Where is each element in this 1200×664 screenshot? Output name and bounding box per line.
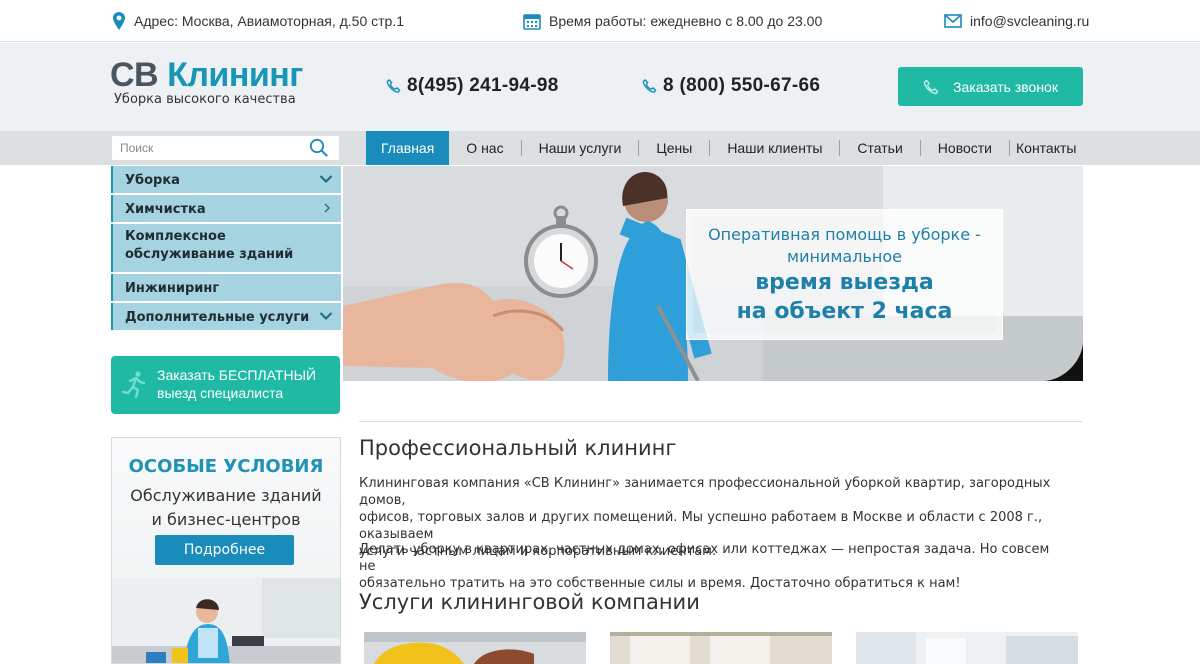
search-input[interactable] xyxy=(112,137,302,159)
top-info-bar: Адрес: Москва, Авиамоторная, д.50 стр.1 … xyxy=(0,0,1200,42)
promo-banner[interactable]: ОСОБЫЕ УСЛОВИЯ Обслуживание зданий и биз… xyxy=(111,437,341,664)
sidebar-item-engineering[interactable]: Инжиниринг xyxy=(111,274,341,301)
promo-more-button[interactable]: Подробнее xyxy=(155,535,294,565)
promo-text: Обслуживание зданий и бизнес-центров xyxy=(112,484,340,532)
search-icon[interactable] xyxy=(309,138,329,158)
phone-icon xyxy=(923,79,939,94)
services-heading: Услуги клининговой компании xyxy=(359,590,700,614)
hours-text: Время работы: ежедневно с 8.00 до 23.00 xyxy=(549,13,823,29)
content-divider xyxy=(359,421,1082,422)
service-thumbnail-1[interactable] xyxy=(364,632,586,664)
phone-2[interactable]: 8 (800) 550-67-66 xyxy=(642,75,820,97)
running-man-icon xyxy=(121,371,146,399)
phone-icon xyxy=(642,78,657,93)
sidebar-item-label: Инжиниринг xyxy=(125,281,220,296)
logo[interactable]: СВ Клининг Уборка высокого качества xyxy=(110,57,310,109)
sidebar-item-label: Уборка xyxy=(125,173,180,188)
sidebar-menu: Уборка Химчистка Комплексное обслуживани… xyxy=(111,166,341,332)
chevron-right-icon[interactable] xyxy=(321,202,333,214)
page-title: Профессиональный клининг xyxy=(359,436,677,460)
nav-item-news[interactable]: Новости xyxy=(921,131,1009,165)
sidebar-item-label: Химчистка xyxy=(125,202,206,217)
sidebar-item-label: Комплексное обслуживание зданий xyxy=(125,229,294,262)
free-visit-line2: выезд специалиста xyxy=(157,385,284,401)
phone-2-number[interactable]: 8 (800) 550-67-66 xyxy=(663,75,820,97)
promo-line-2: и бизнес-центров xyxy=(151,510,301,529)
chevron-down-icon[interactable] xyxy=(319,173,333,185)
sidebar-item-dry-cleaning[interactable]: Химчистка xyxy=(111,195,341,222)
site-header: СВ Клининг Уборка высокого качества 8(49… xyxy=(0,43,1200,131)
logo-slogan: Уборка высокого качества xyxy=(114,92,296,107)
logo-wordmark: СВ Клининг xyxy=(110,56,303,94)
service-thumbnail-2[interactable] xyxy=(610,632,832,664)
service-thumbnail-3[interactable] xyxy=(856,632,1078,664)
nav-item-articles[interactable]: Статьи xyxy=(840,131,919,165)
envelope-icon xyxy=(944,14,962,28)
hero-banner: Оперативная помощь в уборке - минимально… xyxy=(343,166,1083,381)
order-call-button[interactable]: Заказать звонок xyxy=(898,67,1083,106)
phone-1-number[interactable]: 8(495) 241-94-98 xyxy=(407,75,559,97)
promo-cleaner-image xyxy=(112,578,340,663)
sidebar-item-building-maintenance[interactable]: Комплексное обслуживание зданий xyxy=(111,224,341,272)
nav-item-about[interactable]: О нас xyxy=(449,131,520,165)
nav-item-home[interactable]: Главная xyxy=(366,131,450,165)
intro-line: Клининговая компания «СВ Клининг» занима… xyxy=(359,476,1051,508)
intro-line: офисов, торговых залов и других помещени… xyxy=(359,510,1043,542)
nav-item-contacts[interactable]: Контакты xyxy=(1010,131,1093,165)
order-call-label: Заказать звонок xyxy=(953,78,1058,95)
banner-message-box: Оперативная помощь в уборке - минимально… xyxy=(686,209,1003,340)
email-link[interactable]: info@svcleaning.ru xyxy=(970,13,1089,29)
sidebar-item-additional-services[interactable]: Дополнительные услуги xyxy=(111,303,341,330)
main-navbar: Главная О нас Наши услуги Цены Наши клие… xyxy=(0,131,1200,165)
address-text: Адрес: Москва, Авиамоторная, д.50 стр.1 xyxy=(134,13,405,29)
banner-line-3: время выезда xyxy=(755,270,934,295)
nav-item-services[interactable]: Наши услуги xyxy=(522,131,639,165)
second-paragraph: Делать уборку в квартирах, частных домах… xyxy=(359,541,1059,592)
search-box xyxy=(112,136,339,160)
address-info: Адрес: Москва, Авиамоторная, д.50 стр.1 xyxy=(112,11,404,31)
sidebar-item-label: Дополнительные услуги xyxy=(125,310,310,325)
promo-title: ОСОБЫЕ УСЛОВИЯ xyxy=(128,456,324,477)
free-visit-line1: Заказать БЕСПЛАТНЫЙ xyxy=(157,367,317,383)
calendar-icon xyxy=(523,14,541,30)
chevron-down-icon[interactable] xyxy=(319,310,333,322)
email-info[interactable]: info@svcleaning.ru xyxy=(944,11,1089,31)
second-line: Делать уборку в квартирах, частных домах… xyxy=(359,542,1050,574)
hours-info: Время работы: ежедневно с 8.00 до 23.00 xyxy=(523,11,822,31)
free-visit-button[interactable]: Заказать БЕСПЛАТНЫЙ выезд специалиста xyxy=(111,356,340,414)
phone-icon xyxy=(386,78,401,93)
banner-line-2: минимальное xyxy=(787,247,902,266)
nav-item-clients[interactable]: Наши клиенты xyxy=(710,131,839,165)
nav-menu: Главная О нас Наши услуги Цены Наши клие… xyxy=(366,131,1093,165)
sidebar-item-cleaning[interactable]: Уборка xyxy=(111,166,341,193)
phone-1[interactable]: 8(495) 241-94-98 xyxy=(386,75,559,97)
banner-line-1: Оперативная помощь в уборке - xyxy=(708,225,981,244)
location-pin-icon xyxy=(113,12,125,30)
promo-line-1: Обслуживание зданий xyxy=(130,486,322,505)
nav-item-prices[interactable]: Цены xyxy=(639,131,709,165)
banner-line-4: на объект 2 часа xyxy=(736,299,953,324)
